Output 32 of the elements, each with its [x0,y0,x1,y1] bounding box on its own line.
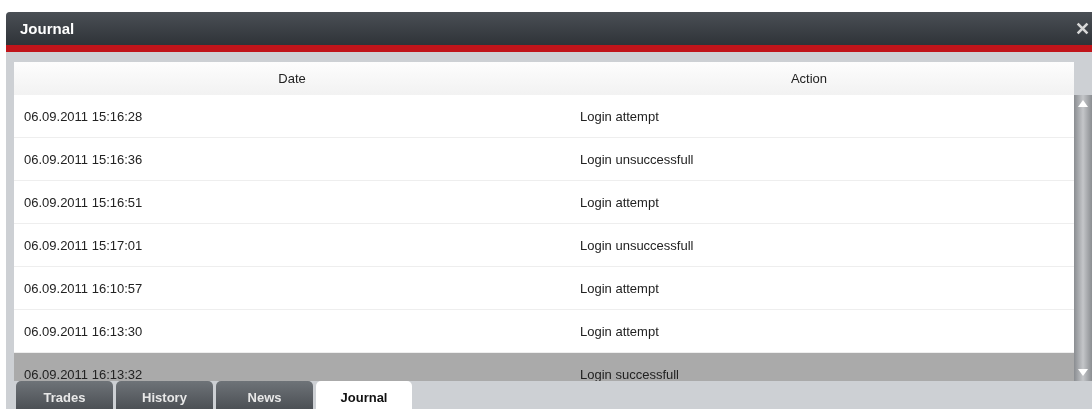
table-cell-text: Login successfull [579,365,680,381]
scrollbar[interactable] [1074,95,1092,381]
table-row[interactable]: 06.09.2011 15:16:28 Login attempt [14,95,1074,138]
close-button[interactable]: ✕ [1073,17,1092,40]
table-row[interactable]: 06.09.2011 15:16:36 Login unsuccessfull [14,138,1074,181]
table-cell-text: 06.09.2011 16:13:30 [23,322,144,341]
table-cell-text: 06.09.2011 16:13:32 [23,365,144,381]
window-title: Journal [20,20,75,37]
table-cell-text: 06.09.2011 16:10:57 [23,279,144,298]
table-cell-text: 06.09.2011 15:16:36 [23,150,144,169]
table-row[interactable]: 06.09.2011 16:10:57 Login attempt [14,267,1074,310]
table-row[interactable]: 06.09.2011 15:16:51 Login attempt [14,181,1074,224]
table-cell-text: Login unsuccessfull [579,150,695,169]
tab[interactable]: News [216,381,313,409]
column-header[interactable]: Action [570,62,1048,95]
table-cell-text: 06.09.2011 15:16:28 [23,107,144,126]
tab[interactable]: Journal [316,381,412,409]
table-cell-text: Login attempt [579,107,660,126]
table-row[interactable]: 06.09.2011 16:13:32 Login successfull [14,353,1074,381]
table-cell-text: 06.09.2011 15:16:51 [23,193,144,212]
table-cell-text: Login unsuccessfull [579,236,695,255]
table-cell-text: Login attempt [579,279,660,298]
table-row[interactable]: 06.09.2011 15:17:01 Login unsuccessfull [14,224,1074,267]
column-header[interactable]: Date [14,62,570,95]
tab[interactable]: Trades [16,381,113,409]
table-cell-text: 06.09.2011 15:17:01 [23,236,144,255]
table-row[interactable]: 06.09.2011 16:13:30 Login attempt [14,310,1074,353]
up-arrow-icon[interactable] [1078,99,1088,107]
tab[interactable]: History [116,381,213,409]
table-cell-text: Login attempt [579,322,660,341]
table-cell-text: Login attempt [579,193,660,212]
down-arrow-icon[interactable] [1078,369,1088,377]
